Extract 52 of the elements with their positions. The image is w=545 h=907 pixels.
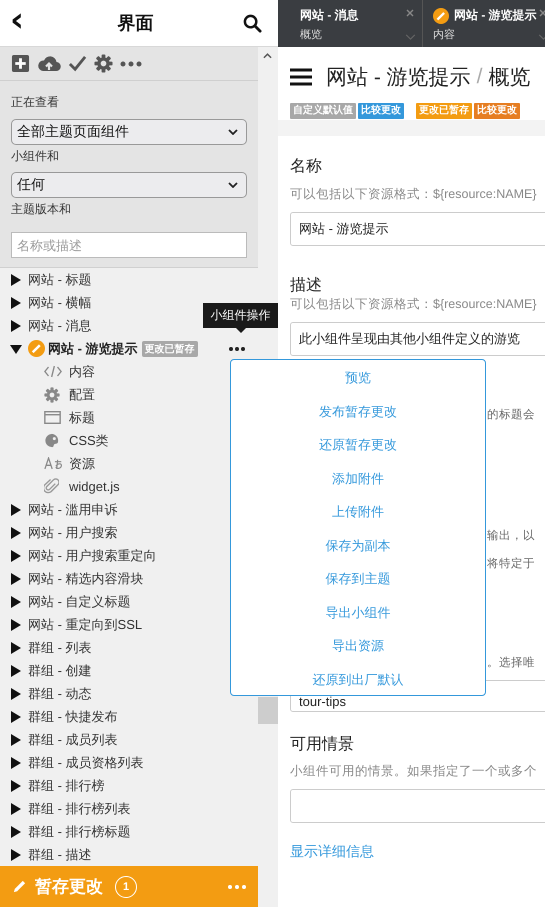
field-hint: 小组件可用的情景。如果指定了一个或多个 (290, 763, 537, 779)
tree-item-label: 网站 - 自定义标题 (28, 592, 131, 611)
tree-item-label: 网站 - 重定向到SSL (28, 616, 142, 634)
filter-label: 正在查看 (11, 94, 60, 112)
field-label: 可用情景 (290, 734, 354, 755)
staged-badge: 更改已暂存 (142, 340, 198, 357)
tree-item-label: 群组 - 动态 (28, 684, 92, 703)
tab-subtitle: 内容 (433, 28, 455, 42)
tree-item-label: 网站 - 精选内容滑块 (28, 570, 144, 588)
field-hint: 的标题会 (487, 408, 535, 423)
path-separator: / (476, 65, 483, 89)
field-hint: 可以包括以下资源格式：${resource:NAME} (290, 296, 537, 312)
editor-title: 网站 - 游览提示 (326, 65, 471, 91)
tree-item-label: 资源 (69, 454, 95, 473)
tree-item-label: 内容 (69, 362, 95, 381)
tree-item-label: 网站 - 用户搜索 (28, 524, 118, 542)
tab-title: 网站 - 消息 (300, 7, 359, 24)
tree-item-label: 网站 - 用户搜索重定向 (28, 546, 157, 565)
tree-item-label: 配置 (69, 386, 95, 404)
tree-item-label: widget.js (69, 479, 120, 494)
field-hint: 。选择唯 (487, 656, 535, 671)
filter-label: 主题版本和 (11, 201, 72, 218)
tree-item-label: 群组 - 排行榜 (28, 776, 105, 795)
field-hint: 输出，以 (487, 528, 535, 544)
tree-item-label: 群组 - 成员资格列表 (28, 754, 144, 772)
tree-item-label: 标题 (69, 408, 95, 427)
filter-label: 小组件和 (11, 148, 60, 166)
tree-item-label: 网站 - 滥用申诉 (28, 500, 118, 519)
status-badge: 更改已暂存 (416, 103, 472, 119)
tree-item-label: 群组 - 排行榜标题 (28, 822, 131, 841)
field-label: 描述 (290, 276, 322, 296)
tree-item-label: 群组 - 快捷发布 (28, 708, 118, 726)
sidebar-title: 界面 (118, 12, 154, 35)
field-label: 名称 (290, 157, 322, 177)
staged-changes-label: 暂存更改 (35, 876, 103, 898)
tab-title: 网站 - 游览提示 (454, 7, 537, 24)
status-badge: 自定义默认值 (290, 103, 356, 119)
field-hint: 可以包括以下资源格式：${resource:NAME} (290, 186, 537, 202)
tree-item-label: 群组 - 创建 (28, 662, 92, 680)
tree-item-label: 网站 - 标题 (28, 270, 92, 289)
tree-item-label: 网站 - 游览提示 (48, 340, 138, 358)
tree-item-label: 群组 - 描述 (28, 846, 92, 864)
field-hint: 将特定于 (487, 556, 535, 572)
tree-item-label: 网站 - 消息 (28, 316, 92, 335)
editor-subtitle: 概览 (488, 65, 531, 91)
tree-item-label: 群组 - 列表 (28, 638, 92, 657)
tree-item-label: 群组 - 成员列表 (28, 730, 118, 749)
tab-subtitle: 概览 (300, 28, 322, 42)
tree-item-label: 网站 - 横幅 (28, 294, 92, 312)
tree-item-label: CSS类 (69, 432, 109, 450)
tree-item-label: 群组 - 排行榜列表 (28, 800, 131, 818)
count-badge: 1 (115, 876, 137, 898)
